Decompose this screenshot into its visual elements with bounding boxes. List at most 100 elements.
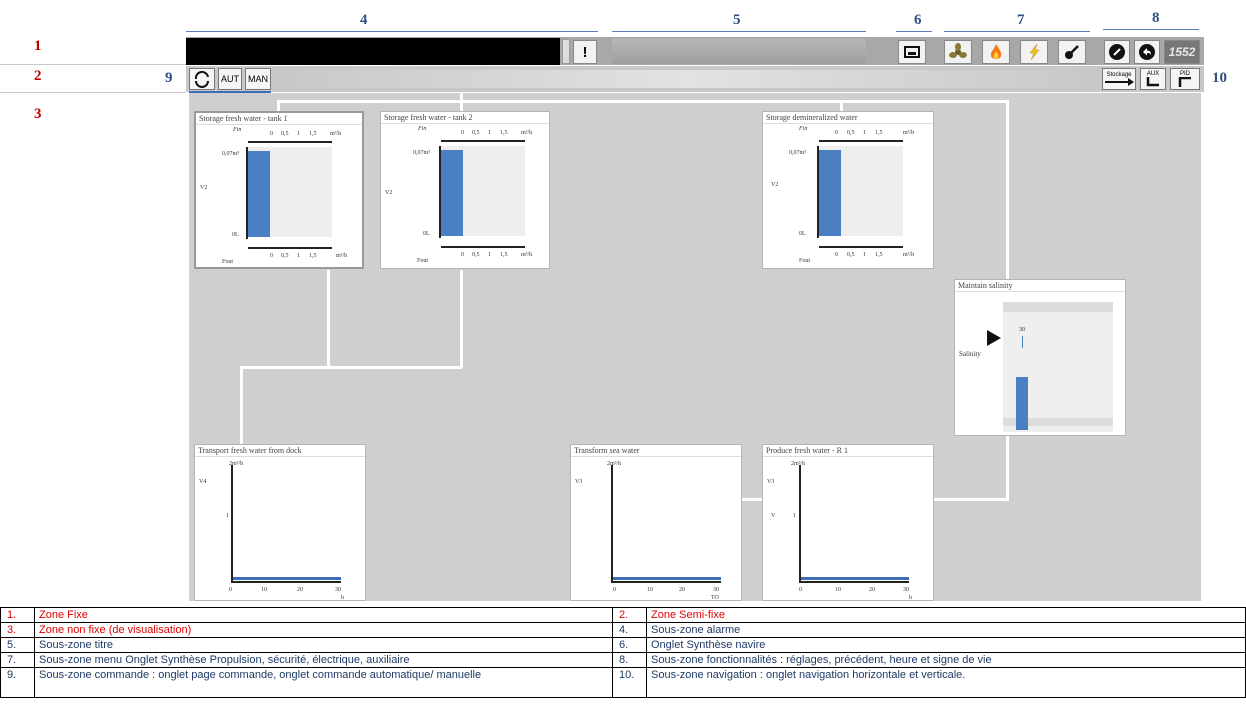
bottom-label: 0L bbox=[232, 232, 239, 238]
legend-number: 8. bbox=[612, 652, 647, 668]
legend-text: Sous-zone navigation : onglet navigation… bbox=[646, 667, 1246, 698]
trend-y-axis bbox=[799, 465, 801, 583]
settings-button[interactable] bbox=[1104, 40, 1130, 64]
back-arrow-icon bbox=[1139, 44, 1155, 60]
fin-axis bbox=[441, 140, 525, 142]
separator bbox=[0, 92, 186, 93]
aut-button[interactable]: AUT bbox=[218, 68, 242, 90]
trend-line bbox=[233, 577, 341, 580]
tick-label: 0 bbox=[229, 587, 232, 593]
back-button[interactable] bbox=[1134, 40, 1160, 64]
legend-text: Zone Fixe bbox=[34, 607, 613, 623]
alarm-ack-button[interactable]: ! bbox=[573, 40, 597, 64]
tank-level-bar bbox=[441, 150, 463, 236]
fout-axis bbox=[248, 247, 332, 249]
top-label: 0,07m³ bbox=[413, 150, 430, 156]
legend-number: 1. bbox=[0, 607, 35, 623]
legend-number: 7. bbox=[0, 652, 35, 668]
tick-label: 10 bbox=[261, 587, 267, 593]
arrow-down-left-icon bbox=[1146, 77, 1159, 87]
pipe bbox=[240, 366, 462, 369]
tank-level-bar bbox=[248, 151, 270, 237]
legend-text: Zone Semi-fixe bbox=[646, 607, 1246, 623]
pid-nav-button[interactable]: PID bbox=[1170, 68, 1200, 90]
tick-label: 10 bbox=[835, 587, 841, 593]
unit-label: m³/h bbox=[336, 253, 348, 259]
arrow-corner-icon bbox=[1178, 77, 1191, 87]
legend-text: Sous-zone menu Onglet Synthèse Propulsio… bbox=[34, 652, 613, 668]
volume-label: V2 bbox=[771, 182, 779, 188]
legend-number: 6. bbox=[612, 637, 647, 653]
storage-nav-button[interactable]: Stockage bbox=[1102, 68, 1136, 90]
top-label: 0,07m³ bbox=[222, 151, 239, 157]
tick-label: 20 bbox=[869, 587, 875, 593]
salinity-marker bbox=[1022, 336, 1023, 348]
panel-produce[interactable]: Produce fresh water - R 1 2m³/h V3 V 1 0… bbox=[762, 444, 934, 601]
tick-label: 1 bbox=[488, 130, 491, 136]
alarm-scrollbar[interactable] bbox=[562, 39, 570, 64]
trend-y-axis bbox=[231, 465, 233, 583]
table-row: 1. Zone Fixe 2. Zone Semi-fixe bbox=[0, 607, 1246, 623]
tick-label: 30 bbox=[903, 587, 909, 593]
tick-label: 1,5 bbox=[500, 130, 508, 136]
trend-x-axis bbox=[611, 581, 721, 583]
ymax-label: 2m³/h bbox=[607, 461, 622, 467]
unit-label: m³/h bbox=[330, 131, 342, 137]
panel-tank-1[interactable]: Storage fresh water - tank 1 Fin 0 0,5 1… bbox=[194, 111, 364, 269]
ship-synthesis-tab[interactable] bbox=[898, 40, 926, 64]
xunit-label: h bbox=[341, 595, 344, 601]
panel-title: Maintain salinity bbox=[955, 280, 1125, 292]
zone-2-label: 2 bbox=[34, 68, 42, 84]
panel-title: Storage demineralized water bbox=[763, 112, 933, 124]
aux-nav-button[interactable]: AUX bbox=[1140, 68, 1166, 90]
bottom-label: 0L bbox=[423, 231, 430, 237]
xunit-label: h bbox=[909, 595, 912, 601]
volume-label: V2 bbox=[385, 190, 393, 196]
table-row: 7. Sous-zone menu Onglet Synthèse Propul… bbox=[0, 652, 1246, 668]
unit-label: m³/h bbox=[521, 252, 533, 258]
fin-label: Fin bbox=[418, 126, 427, 132]
tick-label: 1 bbox=[863, 130, 866, 136]
table-row: 5. Sous-zone titre 6. Onglet Synthèse na… bbox=[0, 637, 1246, 653]
section-5-label: 5 bbox=[733, 12, 741, 28]
safety-tab[interactable] bbox=[982, 40, 1010, 64]
tick-label: 0 bbox=[461, 252, 464, 258]
panel-transport[interactable]: Transport fresh water from dock 2m³/h V4… bbox=[194, 444, 366, 601]
auxiliary-tab[interactable] bbox=[1058, 40, 1086, 64]
man-button[interactable]: MAN bbox=[245, 68, 271, 90]
fout-axis bbox=[819, 246, 903, 248]
pipe bbox=[460, 93, 463, 112]
trend-y-axis bbox=[611, 465, 613, 583]
electric-tab[interactable] bbox=[1020, 40, 1048, 64]
separator bbox=[0, 64, 186, 65]
pipe bbox=[932, 498, 1009, 501]
zone-3-label: 3 bbox=[34, 106, 42, 122]
nav-track bbox=[280, 70, 1096, 88]
ymid-label: 1 bbox=[226, 513, 229, 519]
legend-number: 2. bbox=[612, 607, 647, 623]
unit-label: m³/h bbox=[903, 130, 915, 136]
alarm-zone[interactable] bbox=[186, 38, 560, 65]
auxiliary-pipe-icon bbox=[1065, 45, 1079, 59]
pipe bbox=[1006, 436, 1009, 500]
panel-transform[interactable]: Transform sea water 2m³/h V3 0 10 20 30 … bbox=[570, 444, 742, 601]
volume-label: V3 bbox=[575, 479, 583, 485]
exclamation-icon: ! bbox=[582, 43, 588, 61]
fin-label: Fin bbox=[799, 126, 808, 132]
tick-label: 0 bbox=[270, 253, 273, 259]
volume-label: V3 bbox=[767, 479, 775, 485]
legend-number: 5. bbox=[0, 637, 35, 653]
panel-salinity[interactable]: Maintain salinity Salinity 30 bbox=[954, 279, 1126, 436]
panel-demineralized[interactable]: Storage demineralized water Fin 0 0,5 1 … bbox=[762, 111, 934, 269]
salinity-band bbox=[1003, 302, 1113, 312]
bottom-label: 0L bbox=[799, 231, 806, 237]
propulsion-tab[interactable] bbox=[944, 40, 972, 64]
tick-label: 0 bbox=[835, 252, 838, 258]
propulsion-fan-icon bbox=[949, 43, 967, 58]
section-5-bracket bbox=[612, 31, 866, 32]
panel-tank-2[interactable]: Storage fresh water - tank 2 Fin 0 0,5 1… bbox=[380, 111, 550, 269]
command-page-button[interactable] bbox=[189, 68, 215, 90]
pipe bbox=[1006, 100, 1009, 280]
section-4-label: 4 bbox=[360, 12, 368, 28]
fout-label: Fout bbox=[222, 259, 234, 265]
